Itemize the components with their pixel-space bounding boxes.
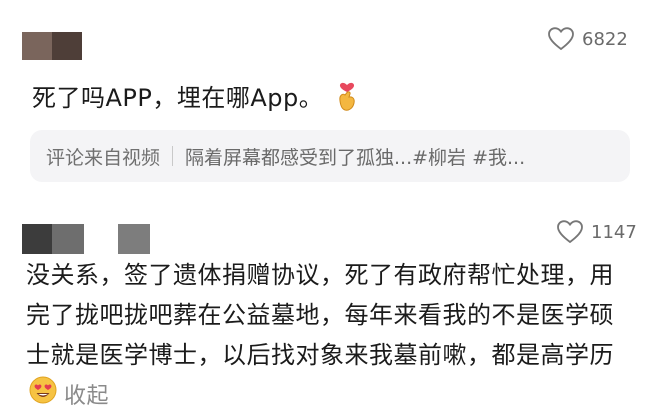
comment2-like-count: 1147: [591, 221, 637, 243]
comment1-text: 死了吗APP，埋在哪App。: [32, 78, 361, 119]
heart-eyes-emoji: [28, 375, 58, 417]
heart-icon: [557, 220, 583, 244]
comment2-like-button[interactable]: 1147: [557, 220, 637, 244]
source-video-title[interactable]: 隔着屏幕都感受到了孤独...#柳岩 #我...: [185, 143, 525, 170]
heart-icon: [548, 27, 574, 51]
video-source-bar[interactable]: 评论来自视频 隔着屏幕都感受到了孤独...#柳岩 #我...: [30, 130, 630, 182]
comment2-text: 没关系，签了遗体捐赠协议，死了有政府帮忙处理，用完了拢吧拢吧葬在公益墓地，每年来…: [26, 255, 636, 417]
collapse-link[interactable]: 收起: [64, 384, 109, 409]
comment2-text-content: 没关系，签了遗体捐赠协议，死了有政府帮忙处理，用完了拢吧拢吧葬在公益墓地，每年来…: [26, 261, 614, 369]
source-label: 评论来自视频: [46, 146, 161, 169]
finger-heart-emoji: [333, 79, 361, 119]
comment1-like-button[interactable]: 6822: [548, 27, 628, 51]
source-divider: [172, 146, 174, 166]
comment1-text-content: 死了吗APP，埋在哪App。: [32, 84, 324, 112]
comment1-like-count: 6822: [582, 28, 628, 50]
